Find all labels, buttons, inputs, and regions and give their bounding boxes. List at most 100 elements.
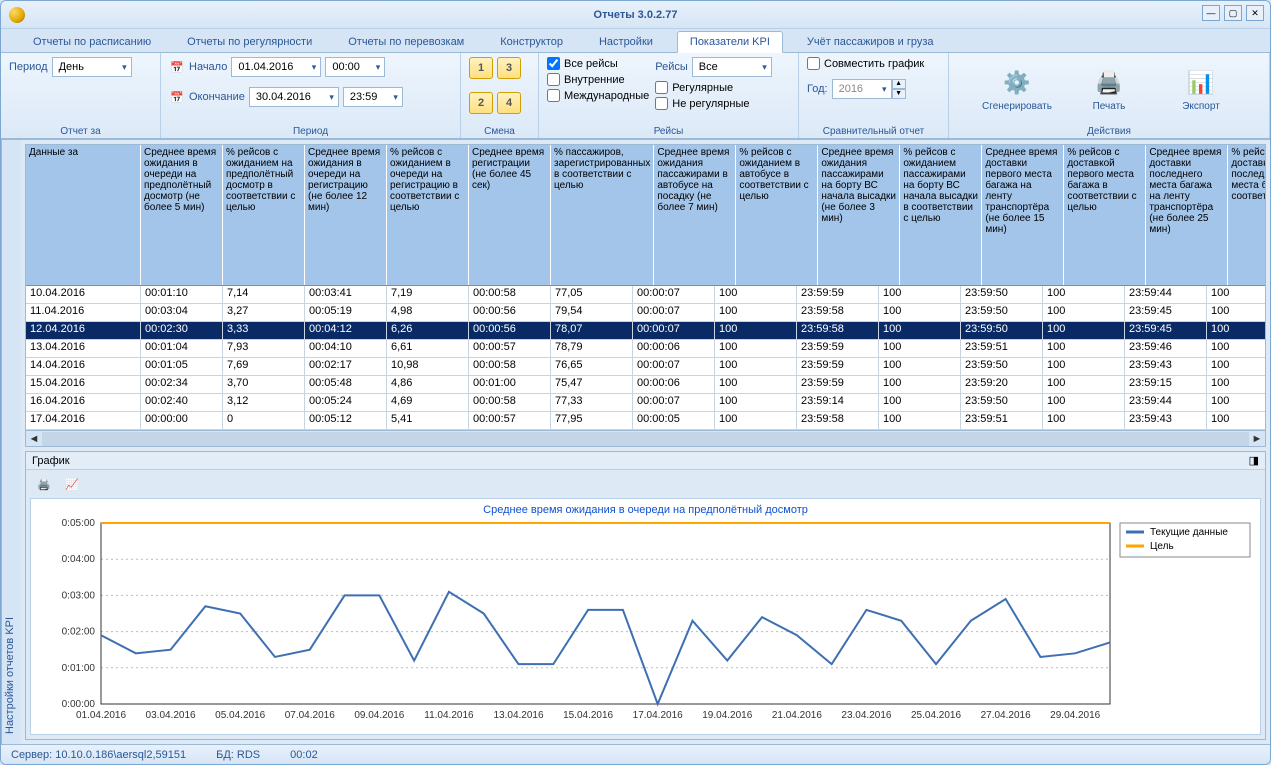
start-time-input[interactable]: 00:00 (325, 57, 385, 77)
flights-select[interactable]: Все (692, 57, 772, 77)
status-server: Сервер: 10.10.0.186\aersql2,59151 (11, 749, 186, 761)
table-row[interactable]: 16.04.201600:02:403,1200:05:244,6900:00:… (26, 394, 1265, 412)
table-cell: 6,61 (387, 340, 469, 357)
nonregular-checkbox[interactable] (655, 97, 668, 110)
column-header[interactable]: % пассажиров, зарегистрированных в соотв… (551, 145, 654, 285)
tab-scheduling[interactable]: Отчеты по расписанию (21, 32, 163, 52)
table-cell: 77,33 (551, 394, 633, 411)
calendar-end-icon: 📅 (169, 89, 185, 105)
table-cell: 23:59:51 (961, 412, 1043, 429)
table-cell: 100 (879, 394, 961, 411)
merge-chart-checkbox[interactable] (807, 57, 820, 70)
svg-text:13.04.2016: 13.04.2016 (493, 710, 543, 721)
international-checkbox[interactable] (547, 89, 560, 102)
column-header[interactable]: % рейсов с ожиданием на предполётный дос… (223, 145, 305, 285)
end-time-input[interactable]: 23:59 (343, 87, 403, 107)
end-date-input[interactable]: 30.04.2016 (249, 87, 339, 107)
column-header[interactable]: Среднее время ожидания в очереди на реги… (305, 145, 387, 285)
domestic-label: Внутренние (564, 74, 625, 86)
chart-pin-icon[interactable]: ◨ (1249, 454, 1259, 467)
table-cell: 4,98 (387, 304, 469, 321)
svg-text:15.04.2016: 15.04.2016 (563, 710, 613, 721)
table-cell: 23:59:45 (1125, 322, 1207, 339)
table-cell: 23:59:15 (1125, 376, 1207, 393)
table-cell: 00:00:06 (633, 376, 715, 393)
regular-label: Регулярные (672, 82, 733, 94)
tab-pax[interactable]: Учёт пассажиров и груза (795, 32, 946, 52)
status-time: 00:02 (290, 749, 318, 761)
table-cell: 23:59:43 (1125, 412, 1207, 429)
tab-constructor[interactable]: Конструктор (488, 32, 575, 52)
table-cell: 00:03:41 (305, 286, 387, 303)
year-down-button[interactable]: ▼ (892, 89, 906, 99)
column-header[interactable]: % рейсов с ожиданием в очереди на регист… (387, 145, 469, 285)
table-cell: 00:00:58 (469, 286, 551, 303)
regular-checkbox[interactable] (655, 81, 668, 94)
tab-kpi[interactable]: Показатели KPI (677, 31, 783, 53)
maximize-button[interactable]: ▢ (1224, 5, 1242, 21)
table-cell: 00:02:30 (141, 322, 223, 339)
column-header[interactable]: % рейсов с ожиданием пассажирами на борт… (900, 145, 982, 285)
tab-regularity[interactable]: Отчеты по регулярности (175, 32, 324, 52)
table-row[interactable]: 11.04.201600:03:043,2700:05:194,9800:00:… (26, 304, 1265, 322)
all-flights-checkbox[interactable] (547, 57, 560, 70)
grid-hscroll[interactable]: ◄► (26, 430, 1265, 446)
print-button[interactable]: 🖨️Печать (1066, 57, 1152, 121)
column-header[interactable]: % рейсов с ожиданием в автобусе в соотве… (736, 145, 818, 285)
table-cell: 100 (715, 340, 797, 357)
period-select[interactable]: День (52, 57, 132, 77)
scroll-left-button[interactable]: ◄ (26, 433, 42, 445)
column-header[interactable]: Данные за (26, 145, 141, 285)
svg-text:29.04.2016: 29.04.2016 (1050, 710, 1100, 721)
table-cell: 23:59:51 (961, 340, 1043, 357)
minimize-button[interactable]: — (1202, 5, 1220, 21)
table-cell: 00:05:12 (305, 412, 387, 429)
shift-1-button[interactable]: 1 (469, 57, 493, 79)
sidebar-tab-settings[interactable]: Настройки отчетов KPI (1, 140, 21, 744)
column-header[interactable]: % рейсов с доставкой последнего места ба… (1228, 145, 1266, 285)
shift-4-button[interactable]: 4 (497, 92, 521, 114)
table-cell: 00:00:58 (469, 358, 551, 375)
generate-button[interactable]: ⚙️Сгенерировать (974, 57, 1060, 121)
year-input[interactable]: 2016 (832, 79, 892, 99)
svg-text:0:04:00: 0:04:00 (62, 554, 96, 565)
shift-3-button[interactable]: 3 (497, 57, 521, 79)
period-group-label: Отчет за (1, 126, 160, 137)
table-cell: 100 (1207, 340, 1265, 357)
table-row[interactable]: 13.04.201600:01:047,9300:04:106,6100:00:… (26, 340, 1265, 358)
scroll-right-button[interactable]: ► (1249, 433, 1265, 445)
table-row[interactable]: 12.04.201600:02:303,3300:04:126,2600:00:… (26, 322, 1265, 340)
table-row[interactable]: 15.04.201600:02:343,7000:05:484,8600:01:… (26, 376, 1265, 394)
column-header[interactable]: % рейсов с доставкой первого места багаж… (1064, 145, 1146, 285)
table-row[interactable]: 14.04.201600:01:057,6900:02:1710,9800:00… (26, 358, 1265, 376)
start-date-input[interactable]: 01.04.2016 (231, 57, 321, 77)
chart-print-button[interactable]: 🖨️ (32, 472, 56, 496)
table-cell: 23:59:59 (797, 286, 879, 303)
close-button[interactable]: ✕ (1246, 5, 1264, 21)
domestic-checkbox[interactable] (547, 73, 560, 86)
column-header[interactable]: Среднее время ожидания в очереди на пред… (141, 145, 223, 285)
export-button[interactable]: 📊Экспорт (1158, 57, 1244, 121)
tab-transport[interactable]: Отчеты по перевозкам (336, 32, 476, 52)
column-header[interactable]: Среднее время регистрации (не более 45 с… (469, 145, 551, 285)
shift-2-button[interactable]: 2 (469, 92, 493, 114)
tab-settings[interactable]: Настройки (587, 32, 665, 52)
table-row[interactable]: 17.04.201600:00:00000:05:125,4100:00:577… (26, 412, 1265, 430)
column-header[interactable]: Среднее время ожидания пассажирами в авт… (654, 145, 736, 285)
year-up-button[interactable]: ▲ (892, 79, 906, 89)
table-cell: 00:00:07 (633, 304, 715, 321)
table-row[interactable]: 10.04.201600:01:107,1400:03:417,1900:00:… (26, 286, 1265, 304)
column-header[interactable]: Среднее время ожидания пассажирами на бо… (818, 145, 900, 285)
column-header[interactable]: Среднее время доставки последнего места … (1146, 145, 1228, 285)
table-cell: 00:00:57 (469, 340, 551, 357)
table-cell: 10.04.2016 (26, 286, 141, 303)
svg-text:07.04.2016: 07.04.2016 (285, 710, 335, 721)
table-cell: 00:05:48 (305, 376, 387, 393)
table-cell: 00:02:34 (141, 376, 223, 393)
period-label: Период (9, 61, 48, 73)
svg-text:05.04.2016: 05.04.2016 (215, 710, 265, 721)
table-cell: 00:00:07 (633, 286, 715, 303)
table-cell: 100 (879, 340, 961, 357)
chart-export-button[interactable]: 📈 (60, 472, 84, 496)
column-header[interactable]: Среднее время доставки первого места баг… (982, 145, 1064, 285)
